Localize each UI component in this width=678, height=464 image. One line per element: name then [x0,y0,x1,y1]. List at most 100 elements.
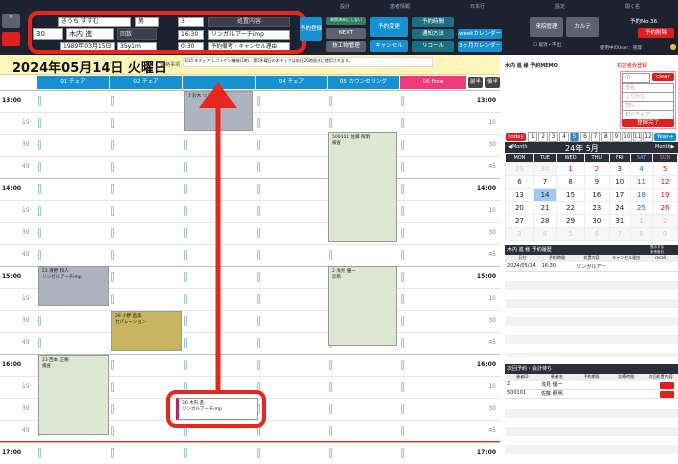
time-slot[interactable] [111,228,114,238]
reserve-time-button[interactable]: 予約時間 [412,17,454,27]
time-slot[interactable] [184,162,187,172]
time-slot[interactable] [184,294,187,304]
time-slot[interactable] [111,162,114,172]
calendar-day[interactable]: 3 [608,162,631,176]
calendar-day[interactable]: 2 [583,162,610,176]
time-slot[interactable] [401,184,404,194]
time-slot[interactable] [257,228,260,238]
time-slot[interactable] [38,162,41,172]
time-slot[interactable] [329,382,332,392]
next-button[interactable]: NEXT [326,28,366,39]
next-month-button[interactable]: Month▶ [655,144,675,150]
time-slot[interactable] [257,316,260,326]
id-input[interactable]: ID [622,73,650,83]
calendar-day[interactable]: 11 [629,175,654,189]
calendar-day[interactable]: 7 [608,227,631,241]
time-slot[interactable] [401,316,404,326]
nav-item[interactable]: 設計 [340,3,350,10]
month-button[interactable]: 6 [580,132,590,142]
time-slot[interactable] [184,184,187,194]
time-slot[interactable] [257,250,260,260]
cancel-checkbox[interactable]: ☐ 取消・不出 [533,42,561,48]
month-button[interactable]: 5 [569,132,580,142]
time-slot[interactable] [111,382,114,392]
time-slot[interactable] [401,228,404,238]
time-slot[interactable] [184,140,187,150]
month-button[interactable]: 2 [538,132,548,142]
time-slot[interactable] [111,404,114,414]
calendar-day[interactable]: 3 [505,227,534,241]
calendar-day[interactable]: 9 [652,227,678,241]
month-button[interactable]: 7 [590,132,601,142]
chart-button[interactable]: カルテ [566,17,599,37]
time-slot[interactable] [111,250,114,260]
year-button[interactable]: Year➜ [654,133,676,141]
chair-header[interactable]: 05 カウンセリング [328,76,399,89]
time-slot[interactable] [38,338,41,348]
time-slot[interactable] [257,184,260,194]
calendar-day[interactable]: 9 [583,175,610,189]
time-slot[interactable] [184,316,187,326]
prev-month-button[interactable]: ◀Month [508,144,528,150]
appointment-block[interactable]: 500101 佐藤 照明 検査 [328,132,397,242]
appointment-block[interactable]: 2 浅見 優一 診断 [328,266,397,346]
time-slot[interactable] [111,426,114,436]
calendar-day[interactable]: 27 [505,214,534,228]
nav-item[interactable]: 日本行 [470,3,485,10]
nav-item[interactable]: 設定 [555,3,565,10]
month-button[interactable]: 9 [611,132,622,142]
time-slot[interactable] [401,338,404,348]
calendar-day[interactable]: 31 [608,214,631,228]
time-slot[interactable] [329,360,332,370]
three-month-calendar-button[interactable]: 3ヶ月カレンダー [458,41,502,52]
time-slot[interactable] [257,118,260,128]
time-slot[interactable] [184,338,187,348]
time-slot[interactable] [38,118,41,128]
calendar-day[interactable]: 30 [583,214,610,228]
time-slot[interactable] [329,426,332,436]
calendar-day[interactable]: 1 [556,162,585,176]
change-reservation-button[interactable]: 予約変更 [370,17,408,37]
time-slot[interactable] [111,360,114,370]
time-slot[interactable] [111,206,114,216]
month-button[interactable]: 8 [601,132,611,142]
search-button[interactable]: ⌕ [2,14,20,28]
time-slot[interactable] [184,228,187,238]
time-slot[interactable] [401,250,404,260]
time-slot[interactable] [401,118,404,128]
chair-header[interactable]: 06 Free [400,76,466,89]
time-slot[interactable] [38,140,41,150]
nav-item[interactable]: 患者情報 [390,3,410,10]
calendar-day[interactable]: 15 [556,188,585,202]
calendar-day[interactable]: 20 [505,201,534,215]
time-slot[interactable] [184,272,187,282]
chair-header[interactable]: 02 チェア [110,76,182,89]
calendar-day[interactable]: 23 [583,201,610,215]
time-slot[interactable] [257,360,260,370]
time-slot[interactable] [111,184,114,194]
time-slot[interactable] [111,118,114,128]
time-slot[interactable] [257,338,260,348]
month-button[interactable]: 1 [528,132,538,142]
time-slot[interactable] [401,360,404,370]
next-list-row[interactable]: 500101 佐藤 照明 [505,390,678,399]
time-slot[interactable] [111,272,114,282]
time-slot[interactable] [257,272,260,282]
calendar-day[interactable]: 2 [652,214,678,228]
history-row[interactable]: 2024/05/14 16:30 リンガルアー [505,263,678,272]
calendar-day[interactable]: 1 [629,214,654,228]
calendar-day[interactable]: 13 [505,188,534,202]
time-slot[interactable] [257,140,260,150]
calendar-day[interactable]: 12 [652,175,678,189]
appointment-block[interactable]: 22 清野 和人 リンガルアーチimp [38,266,109,306]
calendar-day[interactable]: 18 [629,188,654,202]
not-visited-button[interactable]: 来院済みにしない [326,17,366,25]
calendar-day[interactable]: 6 [583,227,610,241]
calendar-day[interactable]: 4 [629,162,654,176]
calendar-day[interactable]: 30 [532,162,558,176]
time-slot[interactable] [111,294,114,304]
calendar-day[interactable]: 5 [652,162,678,176]
reserve-button[interactable]: 予約登録 [300,17,322,41]
time-slot[interactable] [401,426,404,436]
calendar-day[interactable]: 28 [532,214,558,228]
